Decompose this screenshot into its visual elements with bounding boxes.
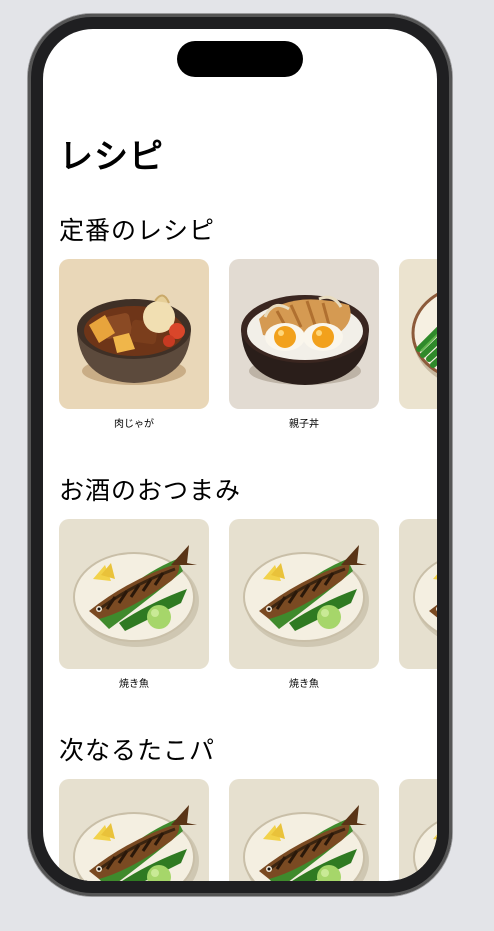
phone-frame: レシピ 定番のレシピ 肉じゃが 親子丼 お酒のおつまみ 焼き魚 焼き魚 次なるた… (28, 14, 452, 896)
section-title: 定番のレシピ (59, 216, 216, 245)
recipe-card-partial[interactable] (399, 259, 437, 415)
recipe-card-label: 焼き魚 (119, 679, 149, 690)
recipe-card-grilled-fish[interactable]: 焼き魚 (59, 519, 209, 690)
recipe-card-label: 焼き魚 (289, 679, 319, 690)
phone-screen: レシピ 定番のレシピ 肉じゃが 親子丼 お酒のおつまみ 焼き魚 焼き魚 次なるた… (43, 29, 437, 881)
greens-plate-image (399, 259, 437, 409)
recipe-card[interactable] (229, 779, 379, 881)
recipe-list-view[interactable]: レシピ 定番のレシピ 肉じゃが 親子丼 お酒のおつまみ 焼き魚 焼き魚 次なるた… (43, 29, 437, 881)
horizontal-recipe-scroller[interactable]: 焼き魚 焼き魚 (59, 519, 437, 709)
grilled-fish-image (59, 519, 209, 669)
recipe-card[interactable] (59, 779, 209, 881)
grilled-fish-image (59, 779, 209, 881)
section-title: 次なるたこパ (59, 736, 216, 765)
recipe-card-oyakodon[interactable]: 親子丼 (229, 259, 379, 430)
grilled-fish-image (229, 779, 379, 881)
grilled-fish-image (399, 779, 437, 881)
recipe-card-label: 肉じゃが (114, 419, 154, 430)
recipe-card-partial[interactable] (399, 779, 437, 881)
section-title: お酒のおつまみ (59, 476, 242, 505)
grilled-fish-image (229, 519, 379, 669)
recipe-card-partial[interactable] (399, 519, 437, 675)
horizontal-recipe-scroller[interactable] (59, 779, 437, 881)
page-title: レシピ (59, 137, 164, 177)
nikujaga-bowl-image (59, 259, 209, 409)
horizontal-recipe-scroller[interactable]: 肉じゃが 親子丼 (59, 259, 437, 449)
oyakodon-bowl-image (229, 259, 379, 409)
recipe-card-grilled-fish[interactable]: 焼き魚 (229, 519, 379, 690)
recipe-card-nikujaga[interactable]: 肉じゃが (59, 259, 209, 430)
dynamic-island (177, 41, 303, 77)
recipe-card-label: 親子丼 (289, 419, 319, 430)
grilled-fish-image (399, 519, 437, 669)
